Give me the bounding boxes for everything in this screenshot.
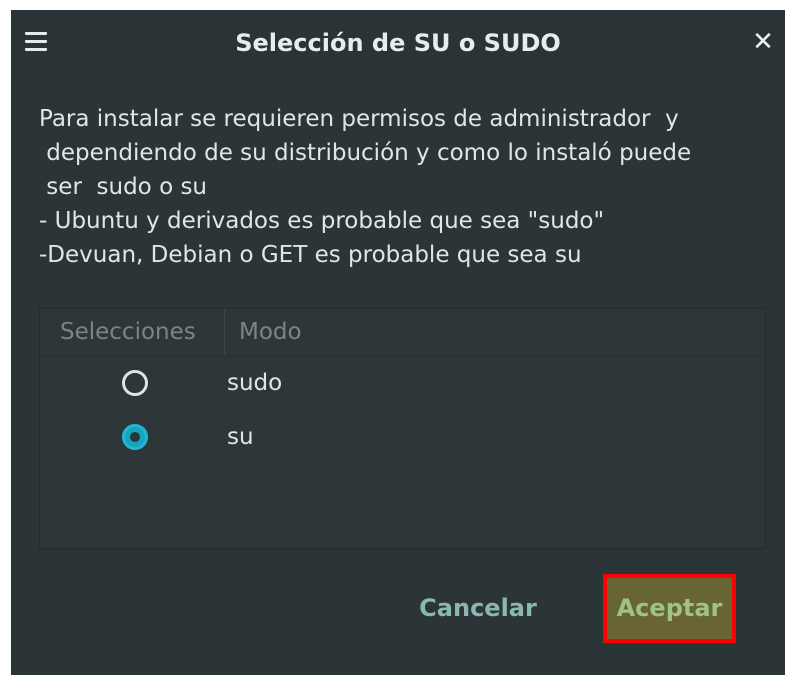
title-bar: Selección de SU o SUDO ✕	[11, 10, 785, 78]
cancel-button[interactable]: Cancelar	[403, 578, 553, 638]
dialog-window: Selección de SU o SUDO ✕ Para instalar s…	[11, 10, 785, 675]
list-header: Selecciones Modo	[40, 309, 765, 356]
mode-label: su	[227, 424, 254, 450]
list-row-su[interactable]: su	[40, 410, 765, 464]
mode-selection-list: Selecciones Modo sudo su	[39, 308, 766, 549]
column-header-mode[interactable]: Modo	[225, 309, 302, 355]
column-header-selections[interactable]: Selecciones	[40, 309, 225, 355]
accept-button[interactable]: Aceptar	[603, 574, 736, 643]
list-row-sudo[interactable]: sudo	[40, 356, 765, 410]
radio-cell	[40, 424, 225, 450]
close-icon[interactable]: ✕	[749, 28, 777, 56]
dialog-title: Selección de SU o SUDO	[235, 29, 561, 57]
radio-cell	[40, 370, 225, 396]
radio-checked-icon[interactable]	[121, 424, 148, 450]
mode-label: sudo	[227, 370, 283, 396]
radio-unchecked-icon[interactable]	[121, 370, 148, 396]
instructions-text: Para instalar se requieren permisos de a…	[39, 106, 692, 268]
